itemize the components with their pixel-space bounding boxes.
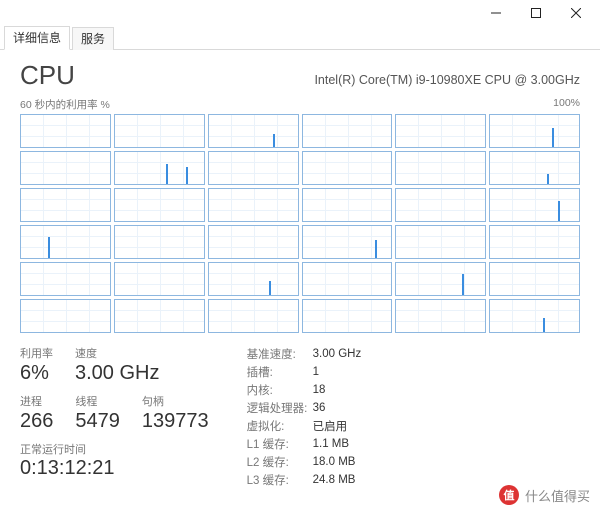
core-graph	[208, 262, 299, 296]
core-graph	[20, 188, 111, 222]
core-graph	[114, 151, 205, 185]
tab-details[interactable]: 详细信息	[4, 26, 70, 50]
core-graph	[114, 188, 205, 222]
maximize-button[interactable]	[516, 1, 556, 25]
uptime-label: 正常运行时间	[20, 441, 209, 457]
page-title: CPU	[20, 60, 75, 91]
core-graph	[489, 188, 580, 222]
core-graph	[302, 262, 393, 296]
core-graph	[20, 151, 111, 185]
tab-services[interactable]: 服务	[72, 27, 114, 50]
core-graph	[395, 151, 486, 185]
metric-processes: 进程 266	[20, 393, 53, 433]
core-graph	[208, 151, 299, 185]
core-graph	[395, 299, 486, 333]
core-graph-grid	[20, 114, 580, 333]
core-graph	[114, 262, 205, 296]
core-graph	[395, 225, 486, 259]
core-graph	[489, 225, 580, 259]
core-graph	[114, 225, 205, 259]
watermark-text: 什么值得买	[525, 486, 590, 505]
maximize-icon	[531, 8, 541, 18]
watermark: 值 什么值得买	[499, 485, 590, 505]
cpu-model: Intel(R) Core(TM) i9-10980XE CPU @ 3.00G…	[314, 73, 580, 87]
core-graph	[302, 188, 393, 222]
core-graph	[489, 114, 580, 148]
minimize-button[interactable]	[476, 1, 516, 25]
core-graph	[114, 114, 205, 148]
titlebar	[0, 0, 600, 26]
core-graph	[20, 262, 111, 296]
core-graph	[208, 114, 299, 148]
core-graph	[302, 114, 393, 148]
core-graph	[395, 188, 486, 222]
core-graph	[489, 151, 580, 185]
core-graph	[20, 114, 111, 148]
axis-right-label: 100%	[553, 97, 580, 112]
core-graph	[302, 225, 393, 259]
metric-utilization: 利用率 6%	[20, 345, 53, 385]
core-graph	[20, 299, 111, 333]
core-graph	[20, 225, 111, 259]
watermark-logo: 值	[499, 485, 519, 505]
core-graph	[302, 151, 393, 185]
metric-handles: 句柄 139773	[142, 393, 209, 433]
core-graph	[489, 262, 580, 296]
core-graph	[395, 262, 486, 296]
core-graph	[114, 299, 205, 333]
stats-area: 利用率 6% 速度 3.00 GHz 进程 266 线程 5479	[20, 345, 580, 489]
tab-bar: 详细信息 服务	[0, 26, 600, 50]
metric-speed: 速度 3.00 GHz	[75, 345, 159, 385]
close-button[interactable]	[556, 1, 596, 25]
axis-left-label: 60 秒内的利用率 %	[20, 97, 110, 112]
core-graph	[395, 114, 486, 148]
metric-threads: 线程 5479	[75, 393, 120, 433]
minimize-icon	[491, 8, 501, 18]
spec-table: 基准速度:3.00 GHz 插槽:1 内核:18 逻辑处理器:36 虚拟化:已启…	[247, 345, 362, 489]
uptime-value: 0:13:12:21	[20, 457, 209, 480]
core-graph	[208, 299, 299, 333]
core-graph	[208, 188, 299, 222]
core-graph	[302, 299, 393, 333]
close-icon	[571, 8, 581, 18]
core-graph	[208, 225, 299, 259]
core-graph	[489, 299, 580, 333]
